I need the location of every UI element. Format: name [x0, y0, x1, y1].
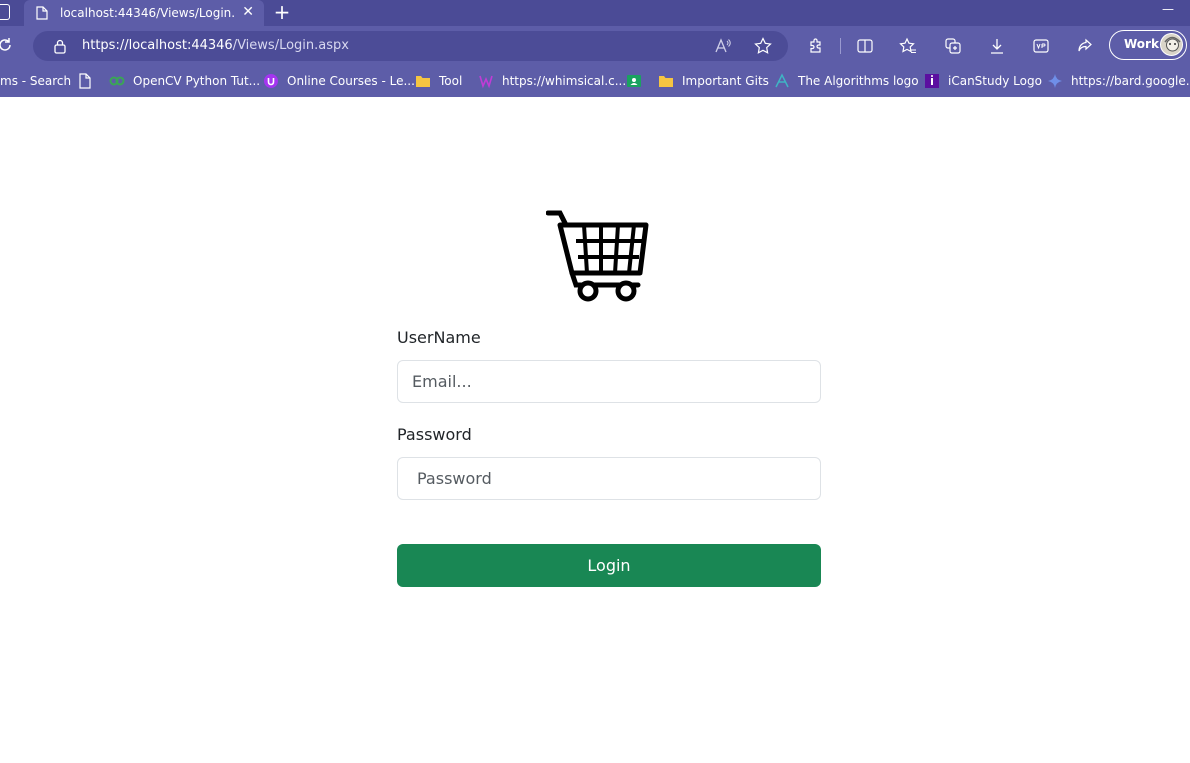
bookmark-bard[interactable]: https://bard.google...	[1047, 72, 1190, 90]
login-button[interactable]: Login	[397, 544, 821, 587]
bookmark-opencv[interactable]: OpenCV Python Tut...	[109, 72, 260, 90]
url-host: https://localhost:44346	[82, 38, 233, 53]
tab-title: localhost:44346/Views/Login.aspx	[60, 6, 234, 20]
read-aloud-icon[interactable]	[714, 37, 732, 55]
address-bar[interactable]: https://localhost:44346/Views/Login.aspx	[33, 31, 788, 61]
url-text[interactable]: https://localhost:44346/Views/Login.aspx	[82, 38, 349, 53]
share-icon[interactable]	[1076, 37, 1094, 55]
page-icon	[79, 73, 91, 89]
bookmark-label: Online Courses - Le...	[287, 74, 415, 88]
extensions-icon[interactable]	[807, 37, 825, 55]
bookmark-label: The Algorithms logo	[798, 74, 919, 88]
avatar	[1160, 33, 1183, 56]
vpn-extension-icon[interactable]	[1032, 37, 1050, 55]
split-screen-icon[interactable]	[856, 37, 874, 55]
folder-icon	[659, 76, 673, 87]
bookmark-important-gits[interactable]: Important Gits	[658, 72, 769, 90]
password-label: Password	[397, 425, 472, 444]
favorites-icon[interactable]	[899, 37, 917, 55]
bookmark-classroom[interactable]	[626, 72, 650, 90]
password-input[interactable]	[397, 457, 821, 500]
bookmark-label: iCanStudy Logo	[948, 74, 1042, 88]
bookmark-label: https://whimsical.c...	[502, 74, 627, 88]
udemy-icon	[264, 74, 278, 88]
url-path: /Views/Login.aspx	[232, 38, 349, 53]
icanstudy-icon	[925, 74, 939, 88]
tab-actions-icon[interactable]	[0, 4, 10, 20]
tab-strip: localhost:44346/Views/Login.aspx ✕ + —	[0, 0, 1190, 26]
active-tab[interactable]: localhost:44346/Views/Login.aspx ✕	[24, 0, 264, 26]
username-label: UserName	[397, 328, 481, 347]
page-icon	[36, 6, 48, 20]
bookmark-label: ms - Search	[0, 74, 72, 88]
reload-icon[interactable]	[0, 36, 14, 54]
browser-toolbar: https://localhost:44346/Views/Login.aspx…	[0, 26, 1190, 66]
bard-icon	[1048, 74, 1062, 88]
profile-button[interactable]: Work	[1109, 30, 1187, 60]
close-tab-icon[interactable]: ✕	[242, 4, 254, 20]
favorite-star-icon[interactable]	[754, 37, 772, 55]
new-tab-icon[interactable]: +	[272, 1, 292, 23]
whimsical-icon	[479, 75, 493, 89]
algorithms-icon	[775, 73, 789, 88]
bookmark-label: OpenCV Python Tut...	[133, 74, 261, 88]
bookmark-icanstudy[interactable]: iCanStudy Logo	[924, 72, 1042, 90]
bookmark-label: https://bard.google...	[1071, 74, 1190, 88]
bookmarks-bar: ms - Search OpenCV Python Tut... Online …	[0, 66, 1190, 97]
bookmark-tool[interactable]: Tool	[415, 72, 462, 90]
bookmark-page[interactable]	[77, 72, 101, 90]
bookmark-search[interactable]: ms - Search	[0, 72, 71, 90]
bookmark-label: Important Gits	[682, 74, 769, 88]
bookmark-online-courses[interactable]: Online Courses - Le...	[263, 72, 415, 90]
collections-icon[interactable]	[944, 37, 962, 55]
lock-icon[interactable]	[53, 38, 67, 54]
profile-label: Work	[1124, 37, 1159, 51]
bookmark-algorithms[interactable]: The Algorithms logo	[774, 72, 919, 90]
username-input[interactable]	[397, 360, 821, 403]
bookmark-label: Tool	[439, 74, 463, 88]
folder-icon	[416, 76, 430, 87]
shopping-cart-icon	[546, 210, 649, 302]
bookmark-whimsical[interactable]: https://whimsical.c...	[478, 72, 626, 90]
classroom-icon	[627, 75, 641, 87]
minimize-icon[interactable]: —	[1162, 2, 1174, 16]
toolbar-divider	[840, 38, 841, 54]
opencv-icon	[109, 76, 125, 86]
downloads-icon[interactable]	[988, 37, 1006, 55]
